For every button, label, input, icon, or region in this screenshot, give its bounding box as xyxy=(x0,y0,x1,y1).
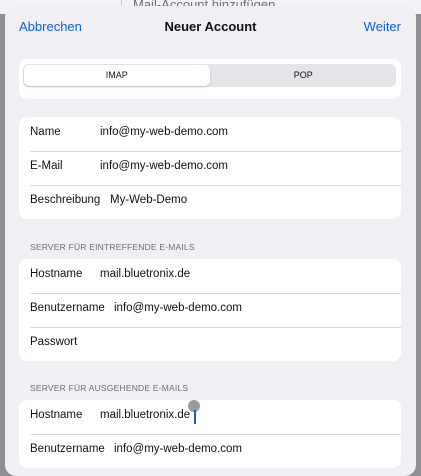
description-row[interactable]: Beschreibung My-Web-Demo xyxy=(19,185,401,219)
incoming-password-label: Passwort xyxy=(30,336,78,348)
incoming-section-header: SERVER FÜR EINTREFFENDE E-MAILS xyxy=(30,242,195,252)
protocol-card: IMAP POP xyxy=(19,59,401,99)
email-field[interactable]: info@my-web-demo.com xyxy=(100,160,228,172)
incoming-hostname-label: Hostname xyxy=(30,268,83,280)
navigation-bar: Abbrechen Neuer Account Weiter xyxy=(5,6,416,46)
name-row[interactable]: Name info@my-web-demo.com xyxy=(19,117,401,151)
outgoing-section-header: SERVER FÜR AUSGEHENDE E-MAILS xyxy=(30,383,189,393)
outgoing-hostname-field[interactable]: mail.bluetronix.de xyxy=(100,409,190,421)
text-cursor xyxy=(194,410,196,424)
email-label: E-Mail xyxy=(30,160,63,172)
incoming-hostname-field[interactable]: mail.bluetronix.de xyxy=(100,268,190,280)
segment-pop[interactable]: POP xyxy=(211,64,397,87)
incoming-hostname-row[interactable]: Hostname mail.bluetronix.de xyxy=(19,259,401,293)
email-row[interactable]: E-Mail info@my-web-demo.com xyxy=(19,151,401,185)
incoming-username-row[interactable]: Benutzername info@my-web-demo.com xyxy=(19,293,401,327)
account-card: Name info@my-web-demo.com E-Mail info@my… xyxy=(19,117,401,219)
segment-imap[interactable]: IMAP xyxy=(24,65,210,86)
incoming-username-label: Benutzername xyxy=(30,302,105,314)
description-field[interactable]: My-Web-Demo xyxy=(110,194,187,206)
protocol-segmented-control: IMAP POP xyxy=(23,64,396,87)
description-label: Beschreibung xyxy=(30,194,101,206)
outgoing-username-field[interactable]: info@my-web-demo.com xyxy=(114,443,242,455)
outgoing-hostname-label: Hostname xyxy=(30,409,83,421)
outgoing-username-row[interactable]: Benutzername info@my-web-demo.com xyxy=(19,434,401,468)
outgoing-card: Hostname mail.bluetronix.de Benutzername… xyxy=(19,400,401,468)
incoming-password-row[interactable]: Passwort xyxy=(19,327,401,361)
incoming-card: Hostname mail.bluetronix.de Benutzername… xyxy=(19,259,401,361)
name-field[interactable]: info@my-web-demo.com xyxy=(100,126,228,138)
next-button[interactable]: Weiter xyxy=(364,19,401,34)
outgoing-username-label: Benutzername xyxy=(30,443,105,455)
outgoing-hostname-row[interactable]: Hostname mail.bluetronix.de xyxy=(19,400,401,434)
sheet-title: Neuer Account xyxy=(164,19,257,34)
incoming-username-field[interactable]: info@my-web-demo.com xyxy=(114,302,242,314)
new-account-sheet: Abbrechen Neuer Account Weiter IMAP POP … xyxy=(5,6,416,476)
name-label: Name xyxy=(30,126,61,138)
